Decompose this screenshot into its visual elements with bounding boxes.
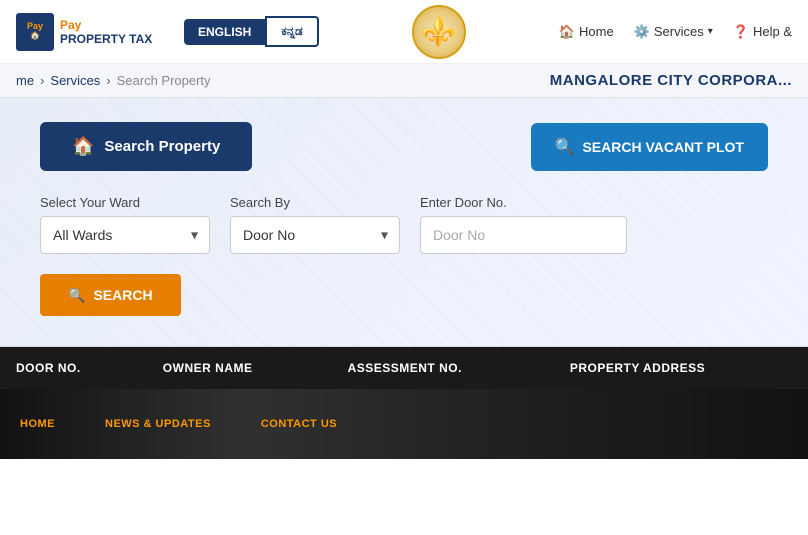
footer: HOME NEWS & UPDATES CONTACT US: [0, 389, 808, 459]
services-icon: ⚙️: [634, 24, 650, 40]
search-by-select-wrapper: Door No Owner Name Assessment No: [230, 216, 400, 254]
search-form: Select Your Ward All Wards Ward 1 Ward 2…: [40, 195, 768, 316]
search-by-select[interactable]: Door No Owner Name Assessment No: [230, 216, 400, 254]
nav-services-label: Services: [654, 24, 704, 39]
search-button-icon: 🔍: [68, 287, 85, 304]
english-lang-button[interactable]: ENGLISH: [184, 19, 265, 45]
search-by-label: Search By: [230, 195, 400, 210]
col-property-address: PROPERTY ADDRESS: [554, 347, 808, 389]
logo-property-tax: PROPERTY TAX: [60, 32, 152, 46]
door-no-label: Enter Door No.: [420, 195, 627, 210]
breadcrumb: me › Services › Search Property MANGALOR…: [0, 64, 808, 98]
emblem-image: ⚜️: [412, 5, 466, 59]
nav-home-link[interactable]: 🏠 Home: [559, 24, 614, 40]
header: Pay 🏠 Pay PROPERTY TAX ENGLISH ಕನ್ನಡ ⚜️ …: [0, 0, 808, 64]
breadcrumb-sep2: ›: [106, 73, 110, 88]
results-table-section: DOOR NO. OWNER NAME ASSESSMENT NO. PROPE…: [0, 346, 808, 389]
search-vacant-plot-button[interactable]: 🔍 SEARCH VACANT PLOT: [531, 123, 768, 171]
col-owner-name: OWNER NAME: [147, 347, 332, 389]
emblem: ⚜️: [319, 5, 559, 59]
footer-home-link[interactable]: HOME: [20, 418, 55, 430]
breadcrumb-services[interactable]: Services: [50, 73, 100, 88]
ward-field-group: Select Your Ward All Wards Ward 1 Ward 2…: [40, 195, 210, 254]
city-name: MANGALORE CITY CORPORA...: [550, 72, 792, 89]
door-no-field-group: Enter Door No.: [420, 195, 627, 254]
search-button[interactable]: 🔍 SEARCH: [40, 274, 181, 316]
help-icon: ❓: [733, 24, 749, 40]
action-buttons-row: 🏠 Search Property 🔍 SEARCH VACANT PLOT: [40, 122, 768, 171]
search-vacant-label: SEARCH VACANT PLOT: [582, 139, 744, 155]
breadcrumb-home[interactable]: me: [16, 73, 34, 88]
ward-select[interactable]: All Wards Ward 1 Ward 2 Ward 3: [40, 216, 210, 254]
col-assessment-no: ASSESSMENT NO.: [332, 347, 554, 389]
search-icon: 🔍: [555, 137, 575, 157]
main-content: 🏠 Search Property 🔍 SEARCH VACANT PLOT S…: [0, 98, 808, 346]
main-nav: 🏠 Home ⚙️ Services ▾ ❓ Help &: [559, 24, 792, 40]
home-icon: 🏠: [559, 24, 575, 40]
footer-contact-link[interactable]: CONTACT US: [261, 418, 337, 430]
emblem-icon: ⚜️: [421, 15, 456, 48]
nav-help-label: Help &: [753, 24, 792, 39]
search-by-field-group: Search By Door No Owner Name Assessment …: [230, 195, 400, 254]
door-no-input[interactable]: [420, 216, 627, 254]
language-switcher: ENGLISH ಕನ್ನಡ: [184, 16, 319, 47]
search-property-label: Search Property: [104, 138, 220, 155]
logo-area: Pay 🏠 Pay PROPERTY TAX: [16, 13, 176, 51]
city-name-highlight: MANGALORE: [550, 72, 653, 89]
col-door-no: DOOR NO.: [0, 347, 147, 389]
breadcrumb-nav: me › Services › Search Property: [16, 73, 211, 88]
logo-pay-text: Pay: [60, 18, 81, 32]
logo-icon: Pay 🏠: [16, 13, 54, 51]
ward-label: Select Your Ward: [40, 195, 210, 210]
logo-title: Pay PROPERTY TAX: [60, 18, 152, 46]
search-property-button[interactable]: 🏠 Search Property: [40, 122, 252, 171]
table-header: DOOR NO. OWNER NAME ASSESSMENT NO. PROPE…: [0, 347, 808, 389]
city-name-rest: CITY CORPORA...: [657, 72, 792, 89]
nav-help-link[interactable]: ❓ Help &: [733, 24, 792, 40]
logo-main-text: 🏠: [27, 32, 43, 41]
footer-news-link[interactable]: NEWS & UPDATES: [105, 418, 211, 430]
table-header-row: DOOR NO. OWNER NAME ASSESSMENT NO. PROPE…: [0, 347, 808, 389]
search-button-label: SEARCH: [93, 287, 152, 303]
footer-links: HOME NEWS & UPDATES CONTACT US: [20, 418, 337, 430]
breadcrumb-current: Search Property: [117, 73, 211, 88]
kannada-lang-button[interactable]: ಕನ್ನಡ: [265, 16, 318, 47]
results-table: DOOR NO. OWNER NAME ASSESSMENT NO. PROPE…: [0, 347, 808, 389]
nav-home-label: Home: [579, 24, 614, 39]
ward-select-wrapper: All Wards Ward 1 Ward 2 Ward 3: [40, 216, 210, 254]
breadcrumb-sep1: ›: [40, 73, 44, 88]
house-icon: 🏠: [72, 136, 94, 157]
nav-services-link[interactable]: ⚙️ Services ▾: [634, 24, 713, 40]
chevron-down-icon: ▾: [708, 26, 713, 37]
